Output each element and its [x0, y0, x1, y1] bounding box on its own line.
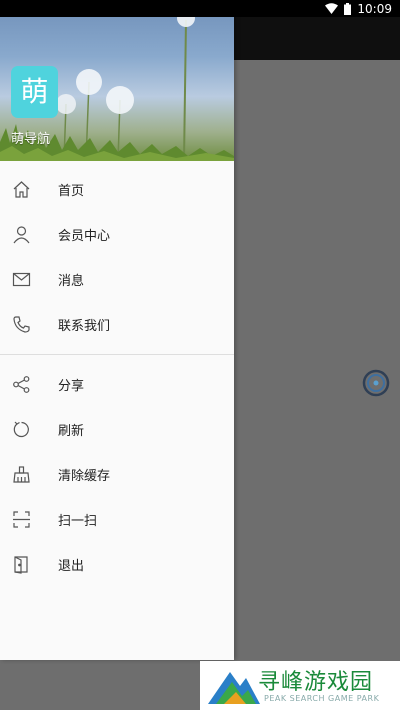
- drawer-menu-secondary: 分享 刷新 清除缓存 扫一扫 退出: [0, 362, 234, 587]
- broom-icon: [12, 465, 31, 484]
- app-logo: 萌: [11, 66, 58, 118]
- menu-item-contact-us[interactable]: 联系我们: [0, 302, 234, 347]
- menu-item-scan[interactable]: 扫一扫: [0, 497, 234, 542]
- drawer-header: 萌 萌导航: [0, 0, 234, 161]
- menu-item-label: 首页: [58, 184, 85, 199]
- menu-item-member-center[interactable]: 会员中心: [0, 212, 234, 257]
- home-icon: [12, 180, 31, 199]
- menu-item-home[interactable]: 首页: [0, 167, 234, 212]
- menu-item-label: 分享: [58, 379, 85, 394]
- menu-item-label: 会员中心: [58, 229, 111, 244]
- menu-item-exit[interactable]: 退出: [0, 542, 234, 587]
- menu-item-label: 清除缓存: [58, 469, 111, 484]
- menu-item-label: 退出: [58, 559, 85, 574]
- menu-item-label: 扫一扫: [58, 514, 98, 529]
- menu-item-share[interactable]: 分享: [0, 362, 234, 407]
- watermark-logo: [208, 672, 260, 704]
- status-bar: 10:09: [0, 0, 400, 17]
- drawer-menu-primary: 首页 会员中心 消息 联系我们: [0, 161, 234, 347]
- watermark-subtitle: PEAK SEARCH GAME PARK: [264, 694, 380, 703]
- watermark: 寻峰游戏园 PEAK SEARCH GAME PARK: [200, 661, 400, 710]
- user-icon: [12, 225, 31, 244]
- menu-item-label: 刷新: [58, 424, 85, 439]
- watermark-title: 寻峰游戏园: [258, 670, 374, 695]
- menu-item-messages[interactable]: 消息: [0, 257, 234, 302]
- scan-icon: [12, 510, 31, 529]
- menu-item-label: 消息: [58, 274, 85, 289]
- app-name: 萌导航: [11, 132, 51, 147]
- menu-item-refresh[interactable]: 刷新: [0, 407, 234, 452]
- wifi-icon: [325, 3, 339, 14]
- phone-icon: [12, 315, 31, 334]
- navigation-drawer[interactable]: 萌 萌导航 首页 会员中心 消息 联系我们 分享 刷新 清除缓存 扫一扫 退出: [0, 0, 234, 660]
- menu-item-label: 联系我们: [58, 319, 111, 334]
- mail-icon: [12, 270, 31, 289]
- exit-icon: [12, 555, 31, 574]
- menu-divider: [0, 354, 234, 355]
- status-time: 10:09: [357, 1, 392, 16]
- menu-item-clear-cache[interactable]: 清除缓存: [0, 452, 234, 497]
- app-logo-char: 萌: [20, 75, 49, 108]
- share-icon: [12, 375, 31, 394]
- battery-icon: [344, 2, 352, 15]
- loading-spinner-icon: [362, 369, 390, 397]
- refresh-icon: [12, 420, 31, 439]
